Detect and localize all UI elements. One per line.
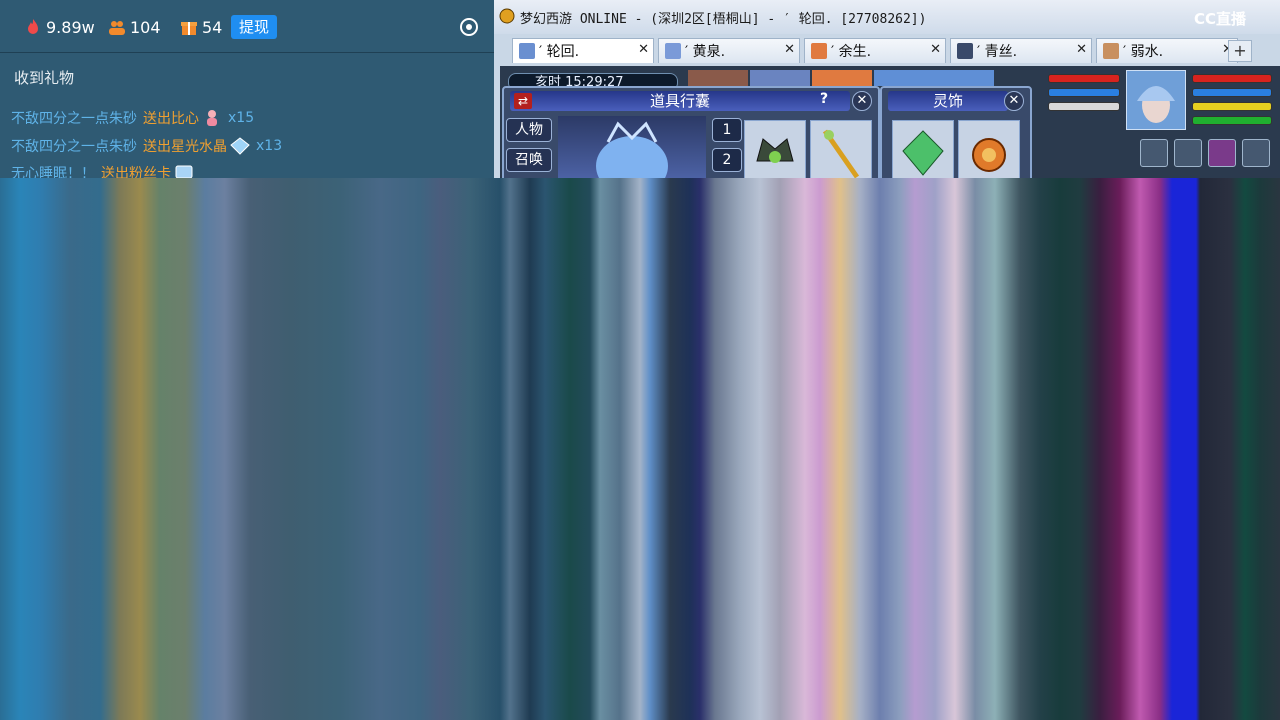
gifts-received-title: 收到礼物: [14, 69, 75, 87]
add-tab-button[interactable]: +: [1228, 40, 1252, 62]
window-title: 梦幻西游 ONLINE - (深圳2区[梧桐山] - ′ 轮回. [277082…: [520, 12, 927, 27]
character-portrait: [558, 116, 706, 196]
fans-stat: 104: [108, 16, 161, 38]
gifts-value: 54: [202, 17, 223, 37]
pendant-icon: [972, 138, 1006, 172]
bag-page-1-button[interactable]: 1: [712, 118, 742, 142]
bag-page-2-button[interactable]: 2: [712, 148, 742, 172]
exp-bar: [1048, 102, 1120, 111]
accessory-slot[interactable]: [958, 120, 1020, 182]
gift-row: 不敌四分之一点朱砂 送出比心 x15: [11, 108, 254, 128]
gift-icon: [181, 22, 197, 35]
close-tab-icon[interactable]: ✕: [638, 42, 649, 57]
hp-bar: [1048, 74, 1120, 83]
close-bag-button[interactable]: ✕: [852, 91, 872, 111]
helmet-icon: [756, 138, 794, 163]
accessory-title: 灵饰: [888, 91, 1008, 111]
heart-gesture-icon: [207, 110, 217, 126]
party-portrait[interactable]: [812, 70, 872, 86]
player-hp-bar: [1192, 74, 1272, 83]
character-avatar-icon: [957, 43, 973, 59]
close-tab-icon[interactable]: ✕: [1076, 42, 1087, 57]
character-tabs: ′ 轮回. ✕ ′ 黄泉. ✕ ′ 余生. ✕ ′ 青丝. ✕ ′ 弱水. ✕: [512, 38, 1280, 64]
tab-character-5[interactable]: ′ 弱水. ✕: [1096, 38, 1238, 63]
popularity-value: 9.89w: [46, 17, 95, 37]
close-accessory-button[interactable]: ✕: [1004, 91, 1024, 111]
character-head-icon: [596, 121, 668, 196]
cc-live-logo: CC直播: [1194, 10, 1247, 28]
player-anger-bar: [1192, 102, 1272, 111]
character-avatar-icon: [665, 43, 681, 59]
accessory-slot[interactable]: [892, 120, 954, 182]
gift-user: 不敌四分之一点朱砂: [11, 111, 137, 127]
gift-row: 不敌四分之一点朱砂 送出星光水晶 x13: [11, 136, 282, 156]
tab-character-4[interactable]: ′ 青丝. ✕: [950, 38, 1092, 63]
help-icon[interactable]: ?: [820, 91, 828, 107]
party-portrait[interactable]: [874, 70, 994, 86]
close-tab-icon[interactable]: ✕: [930, 42, 941, 57]
fan-card-icon: [175, 165, 193, 178]
gift-action: 送出星光水晶: [143, 139, 227, 155]
party-portrait[interactable]: [688, 70, 748, 86]
tab-label: ′ 弱水.: [1123, 44, 1164, 60]
character-avatar-icon: [1103, 43, 1119, 59]
swap-icon[interactable]: ⇄: [514, 93, 532, 109]
bag-title: 道具行囊: [510, 91, 850, 111]
gift-action: 送出比心: [143, 111, 199, 127]
popularity-stat: 9.89w: [24, 16, 95, 38]
tab-character-1[interactable]: ′ 轮回. ✕: [512, 38, 654, 63]
summon-tab-button[interactable]: 召唤: [506, 148, 552, 172]
corrupted-video-area: [0, 178, 1280, 720]
player-avatar[interactable]: [1126, 70, 1186, 130]
gift-count: x13: [256, 138, 283, 154]
gift-action: 送出粉丝卡: [101, 166, 171, 178]
character-avatar-icon: [519, 43, 535, 59]
gear-icon[interactable]: [1242, 139, 1270, 167]
crystal-icon: [230, 137, 250, 155]
gift-user: 无心睡眠！！: [11, 166, 95, 178]
staff-icon: [822, 129, 860, 179]
player-mp-bar: [1192, 88, 1272, 97]
equipment-slot[interactable]: [810, 120, 872, 182]
game-window: 梦幻西游 ONLINE - (深圳2区[梧桐山] - ′ 轮回. [277082…: [494, 0, 1280, 196]
equipment-slot[interactable]: [744, 120, 806, 182]
party-portrait[interactable]: [750, 70, 810, 86]
person-tab-button[interactable]: 人物: [506, 118, 552, 142]
tab-label: ′ 余生.: [831, 44, 872, 60]
flame-icon: [28, 19, 38, 34]
item-bag-panel: 道具行囊 ⇄ ? ✕ 人物 召唤 1 2: [502, 86, 880, 196]
tab-label: ′ 青丝.: [977, 44, 1018, 60]
tab-label: ′ 轮回.: [539, 44, 580, 60]
tab-character-3[interactable]: ′ 余生. ✕: [804, 38, 946, 63]
users-icon: [109, 21, 125, 35]
accessory-panel: 灵饰 ✕: [880, 86, 1032, 182]
game-scene: 亥时 15:29:27 道具行囊 ⇄ ? ✕ 人物 召唤 1 2 灵饰 ✕: [500, 66, 1280, 196]
stats-bar: 9.89w 104 54 提现: [0, 0, 494, 53]
tab-character-2[interactable]: ′ 黄泉. ✕: [658, 38, 800, 63]
gift-count: x15: [228, 110, 255, 126]
title-bar: 梦幻西游 ONLINE - (深圳2区[梧桐山] - ′ 轮回. [277082…: [494, 0, 1280, 34]
armor-icon[interactable]: [1174, 139, 1202, 167]
player-exp-bar: [1192, 116, 1272, 125]
gifts-stat: 54: [180, 16, 222, 38]
jade-ornament-icon: [902, 130, 944, 176]
gift-row: 无心睡眠！！ 送出粉丝卡: [11, 163, 194, 178]
withdraw-button[interactable]: 提现: [231, 15, 277, 39]
character-avatar-icon: [811, 43, 827, 59]
gift-user: 不敌四分之一点朱砂: [11, 139, 137, 155]
tab-label: ′ 黄泉.: [685, 44, 726, 60]
gem-icon[interactable]: [1208, 139, 1236, 167]
player-face-icon: [1137, 86, 1175, 123]
mp-bar: [1048, 88, 1120, 97]
close-tab-icon[interactable]: ✕: [784, 42, 795, 57]
shield-icon[interactable]: [1140, 139, 1168, 167]
fans-value: 104: [130, 17, 161, 37]
stream-info-panel: 9.89w 104 54 提现 收到礼物 不敌四分之一点朱砂 送出比心 x15 …: [0, 0, 494, 178]
settings-icon[interactable]: [458, 16, 480, 38]
game-logo-icon: [499, 8, 515, 24]
